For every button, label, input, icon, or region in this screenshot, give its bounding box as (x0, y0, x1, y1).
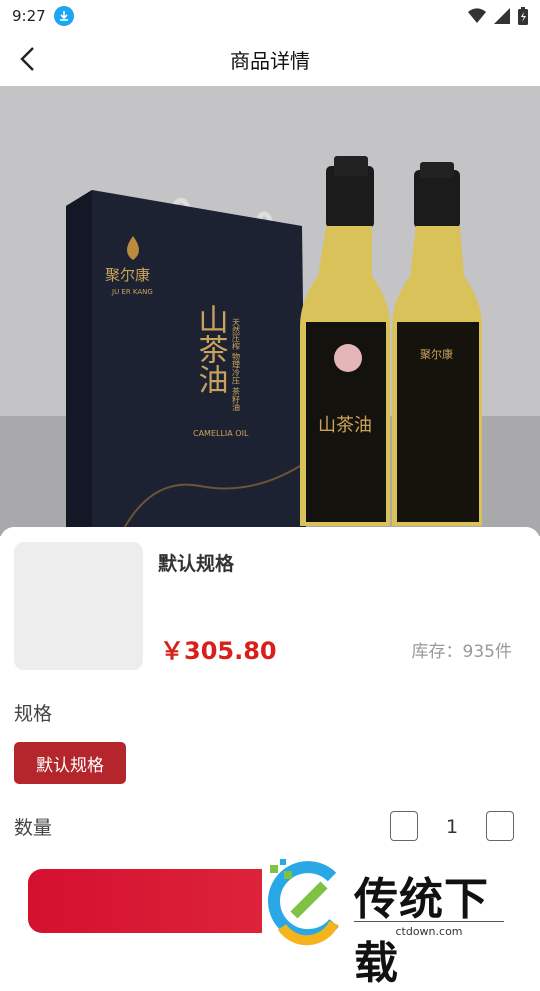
download-icon (53, 6, 74, 26)
battery-icon (518, 7, 528, 25)
page-title: 商品详情 (230, 48, 310, 73)
status-bar: 9:27 (0, 0, 540, 32)
status-time: 9:27 (12, 7, 46, 25)
decrease-quantity-button[interactable] (390, 811, 418, 841)
nav-bar: 商品详情 (0, 32, 540, 86)
status-icons (468, 7, 528, 25)
spec-option-default[interactable]: 默认规格 (14, 742, 126, 784)
bag-title: 山茶油 (193, 304, 228, 394)
price: ￥305.80 (160, 637, 277, 665)
bag-brand: 聚尔康 (105, 266, 150, 284)
bag-title-en: CAMELLIA OIL (193, 429, 249, 438)
wifi-icon (468, 8, 486, 23)
bottle-label: 山茶油 (318, 415, 372, 436)
selected-spec-name: 默认规格 (158, 553, 235, 575)
watermark-url: ctdown.com (354, 921, 504, 938)
product-image: 聚尔康 JU ER KANG 山茶油 天然压榨 物理冷压 茶籽油 CAMELLI… (0, 86, 540, 536)
stock-label: 库存： (411, 642, 463, 662)
watermark: 传统下载 ctdown.com (262, 855, 532, 989)
chevron-left-icon (20, 47, 34, 71)
quantity-value: 1 (446, 816, 459, 838)
stock-value: 935件 (462, 642, 512, 662)
bag-side-text: 天然压榨 物理冷压 茶籽油 (232, 318, 241, 412)
quantity-label: 数量 (14, 817, 53, 839)
bag-brand-en: JU ER KANG (111, 288, 153, 296)
signal-icon (494, 8, 510, 24)
bottle-brand: 聚尔康 (420, 347, 453, 361)
spec-section-label: 规格 (14, 703, 53, 725)
product-thumbnail (14, 542, 143, 670)
watermark-logo-icon (268, 859, 339, 946)
stock-info: 库存：935件 (412, 637, 512, 662)
increase-quantity-button[interactable] (486, 811, 514, 841)
back-button[interactable] (12, 44, 42, 74)
